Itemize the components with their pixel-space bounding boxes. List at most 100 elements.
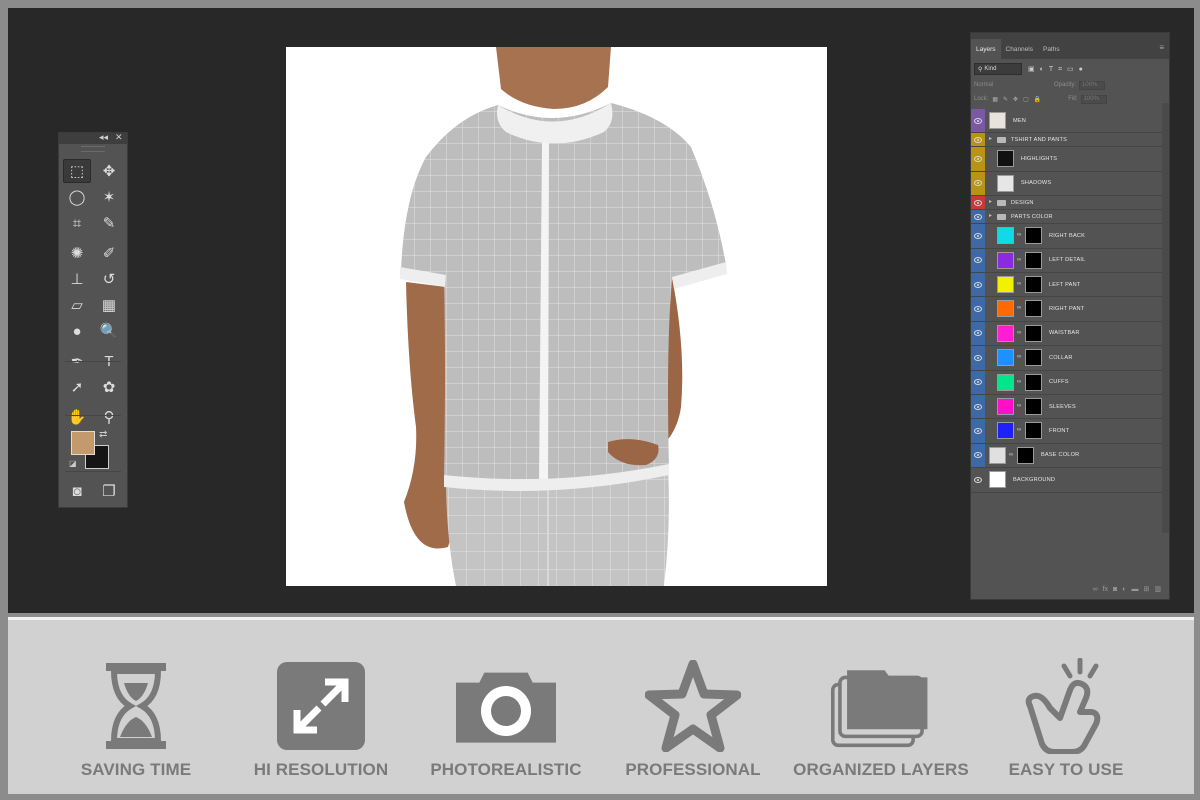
visibility-eye-icon[interactable]: [974, 330, 982, 337]
blend-mode-select[interactable]: Normal: [974, 82, 1034, 88]
visibility-eye-icon[interactable]: [974, 354, 982, 361]
fill-input[interactable]: 100%: [1080, 94, 1107, 104]
layer-group[interactable]: ▸ DESIGN: [971, 196, 1163, 211]
lock-icons[interactable]: ▦✎✥▢🔒: [992, 96, 1046, 103]
layer-row[interactable]: ∞ RIGHT PANT: [971, 297, 1163, 322]
visibility-eye-icon[interactable]: [974, 428, 982, 435]
visibility-eye-icon[interactable]: [974, 213, 982, 220]
layer-mask-thumbnail[interactable]: [1025, 398, 1042, 415]
layer-row[interactable]: ∞ COLLAR: [971, 346, 1163, 371]
layer-mask-thumbnail[interactable]: [1025, 276, 1042, 293]
visibility-eye-icon[interactable]: [974, 232, 982, 239]
mask-link-icon[interactable]: ∞: [1009, 452, 1013, 458]
fx-icon[interactable]: fx: [1103, 586, 1108, 593]
gradient-tool[interactable]: ▦: [95, 293, 123, 317]
visibility-eye-icon[interactable]: [974, 199, 982, 206]
visibility-eye-icon[interactable]: [974, 379, 982, 386]
document-canvas[interactable]: [286, 47, 827, 586]
quick-mask-button[interactable]: ◙: [63, 479, 91, 503]
new-layer-icon[interactable]: ⊞: [1144, 585, 1150, 593]
mask-link-icon[interactable]: ∞: [1017, 403, 1021, 409]
tab-layers[interactable]: Layers: [971, 39, 1001, 59]
panel-grip[interactable]: [81, 146, 105, 152]
expand-arrow-icon[interactable]: ▸: [989, 198, 992, 205]
layer-mask-thumbnail[interactable]: [1025, 300, 1042, 318]
default-colors-icon[interactable]: ◪: [69, 459, 77, 468]
screen-mode-button[interactable]: ❐: [95, 479, 123, 503]
mask-link-icon[interactable]: ∞: [1017, 330, 1021, 336]
tools-panel-header[interactable]: ◂◂ ✕: [59, 132, 127, 144]
mask-link-icon[interactable]: ∞: [1017, 427, 1021, 433]
foreground-color-swatch[interactable]: [71, 431, 95, 455]
visibility-eye-icon[interactable]: [974, 306, 982, 313]
collapse-button[interactable]: ◂◂: [99, 132, 108, 143]
lasso-tool[interactable]: ◯: [63, 185, 91, 209]
visibility-eye-icon[interactable]: [974, 403, 982, 410]
layer-row[interactable]: ∞ FRONT: [971, 419, 1163, 444]
history-brush-tool[interactable]: ↺: [95, 267, 123, 291]
path-selection-tool[interactable]: ➚: [63, 375, 91, 399]
mask-link-icon[interactable]: ∞: [1017, 305, 1021, 311]
adjustment-icon[interactable]: ◐: [1122, 586, 1126, 593]
layers-scrollbar[interactable]: [1162, 103, 1169, 533]
link-icon[interactable]: ∞: [1093, 586, 1098, 593]
visibility-eye-icon[interactable]: [974, 476, 982, 483]
mask-link-icon[interactable]: ∞: [1017, 379, 1021, 385]
layer-mask-thumbnail[interactable]: [1025, 373, 1042, 391]
visibility-eye-icon[interactable]: [974, 452, 982, 459]
brush-tool[interactable]: ✐: [95, 241, 123, 265]
trash-icon[interactable]: ▥: [1154, 585, 1161, 593]
layer-mask-thumbnail[interactable]: [1025, 324, 1042, 342]
dodge-tool[interactable]: 🔍: [95, 319, 123, 343]
mask-icon[interactable]: ◙: [1113, 586, 1117, 593]
tab-paths[interactable]: Paths: [1038, 39, 1065, 59]
mask-link-icon[interactable]: ∞: [1017, 232, 1021, 238]
visibility-eye-icon[interactable]: [974, 156, 982, 163]
layer-row[interactable]: ∞ RIGHT BACK: [971, 224, 1163, 249]
hand-tool[interactable]: ✋: [63, 405, 91, 429]
filter-icons[interactable]: ▣◐T⌗▭●: [1028, 65, 1088, 74]
visibility-eye-icon[interactable]: [974, 117, 982, 124]
visibility-eye-icon[interactable]: [974, 257, 982, 264]
layer-group[interactable]: ▸ PARTS COLOR: [971, 210, 1163, 225]
blur-tool[interactable]: ●: [63, 319, 91, 343]
layer-row[interactable]: ∞ WAISTBAR: [971, 321, 1163, 347]
visibility-eye-icon[interactable]: [974, 281, 982, 288]
layer-row[interactable]: ∞ SLEEVES: [971, 395, 1163, 420]
close-button[interactable]: ✕: [115, 132, 123, 143]
folder-icon[interactable]: ▬: [1132, 586, 1139, 593]
layer-row[interactable]: ∞ LEFT PANT: [971, 273, 1163, 298]
opacity-input[interactable]: 100%: [1079, 80, 1106, 90]
layer-mask-thumbnail[interactable]: [1025, 227, 1042, 245]
move-tool[interactable]: ✥: [95, 159, 123, 183]
layer-group[interactable]: ▸ TSHIRT AND PANTS: [971, 133, 1163, 148]
layer-row[interactable]: SHADOWS: [971, 171, 1163, 197]
layer-row[interactable]: ∞ BASE COLOR: [971, 443, 1163, 469]
layer-mask-thumbnail[interactable]: [1025, 422, 1042, 440]
tab-channels[interactable]: Channels: [1001, 39, 1038, 59]
layer-row[interactable]: BACKGROUND: [971, 468, 1163, 493]
expand-arrow-icon[interactable]: ▸: [989, 135, 992, 142]
layer-row[interactable]: MEN: [971, 109, 1163, 134]
expand-arrow-icon[interactable]: ▸: [989, 212, 992, 219]
zoom-tool[interactable]: ⚲: [95, 405, 123, 429]
swap-colors-icon[interactable]: ⇄: [99, 429, 107, 440]
mask-link-icon[interactable]: ∞: [1017, 257, 1021, 263]
rectangular-marquee-tool[interactable]: ⬚: [63, 159, 91, 183]
mask-link-icon[interactable]: ∞: [1017, 354, 1021, 360]
layer-row[interactable]: ∞ LEFT DETAIL: [971, 248, 1163, 273]
panel-menu-icon[interactable]: ≡: [1154, 43, 1169, 59]
layer-mask-thumbnail[interactable]: [1025, 349, 1042, 367]
layer-row[interactable]: HIGHLIGHTS: [971, 147, 1163, 172]
eyedropper-tool[interactable]: ✎: [95, 211, 123, 235]
layer-mask-thumbnail[interactable]: [1025, 251, 1042, 269]
layer-mask-thumbnail[interactable]: [1017, 446, 1034, 464]
visibility-eye-icon[interactable]: [974, 180, 982, 187]
mask-link-icon[interactable]: ∞: [1017, 281, 1021, 287]
magic-wand-tool[interactable]: ✶: [95, 185, 123, 209]
layer-row[interactable]: ∞ CUFFS: [971, 370, 1163, 395]
filter-kind-select[interactable]: ⚲ Kind: [974, 63, 1022, 75]
clone-stamp-tool[interactable]: ⊥: [63, 267, 91, 291]
custom-shape-tool[interactable]: ✿: [95, 375, 123, 399]
eraser-tool[interactable]: ▱: [63, 293, 91, 317]
